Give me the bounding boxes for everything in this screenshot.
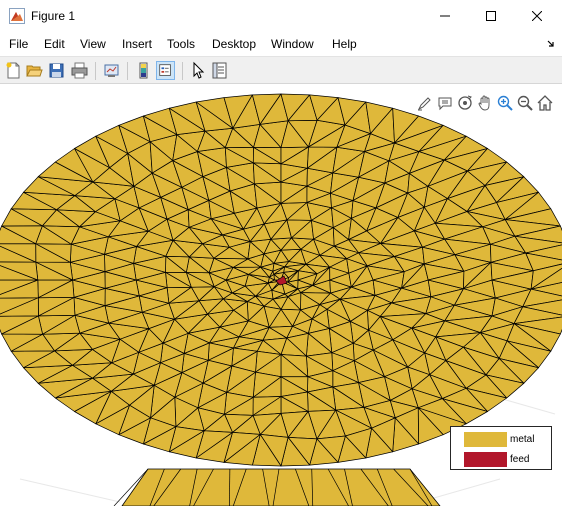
menu-help[interactable]: Help: [332, 36, 357, 52]
menu-file[interactable]: File: [9, 36, 28, 52]
brush-icon[interactable]: [416, 94, 434, 112]
legend-label-feed: feed: [510, 454, 530, 465]
insert-legend-icon[interactable]: [156, 61, 175, 80]
minimize-button[interactable]: [422, 0, 468, 31]
menu-bar: File Edit View Insert Tools Desktop Wind…: [0, 31, 562, 56]
edit-plot-arrow-icon[interactable]: [188, 61, 207, 80]
zoom-out-icon[interactable]: [516, 94, 534, 112]
menu-insert[interactable]: Insert: [122, 36, 152, 52]
close-icon: [532, 10, 542, 21]
new-figure-icon[interactable]: [4, 61, 23, 80]
pan-hand-icon[interactable]: [476, 94, 494, 112]
legend[interactable]: metal feed: [450, 426, 552, 470]
maximize-button[interactable]: [468, 0, 514, 31]
property-inspector-icon[interactable]: [210, 61, 229, 80]
menu-view[interactable]: View: [80, 36, 106, 52]
dock-arrow-icon[interactable]: [547, 40, 555, 48]
data-tips-icon[interactable]: [436, 94, 454, 112]
legend-swatch-feed: [464, 452, 507, 467]
open-file-icon[interactable]: [25, 61, 44, 80]
menu-desktop[interactable]: Desktop: [212, 36, 256, 52]
toolbar-separator: [127, 62, 128, 80]
toolbar-separator: [95, 62, 96, 80]
feed-horn-support: [121, 468, 441, 506]
toolbar-separator: [182, 62, 183, 80]
print-icon[interactable]: [70, 61, 89, 80]
save-icon[interactable]: [47, 61, 66, 80]
maximize-icon: [486, 10, 496, 21]
close-button[interactable]: [514, 0, 560, 31]
title-bar: Figure 1: [0, 0, 562, 31]
legend-label-metal: metal: [510, 434, 535, 445]
figure-toolbar: [0, 56, 562, 84]
menu-edit[interactable]: Edit: [44, 36, 65, 52]
rotate-3d-icon[interactable]: [456, 94, 474, 112]
menu-tools[interactable]: Tools: [167, 36, 195, 52]
legend-swatch-metal: [464, 432, 507, 447]
insert-colorbar-icon[interactable]: [134, 61, 153, 80]
menu-window[interactable]: Window: [271, 36, 314, 52]
matlab-figure-icon: [9, 8, 25, 24]
window-title: Figure 1: [31, 9, 76, 23]
minimize-icon: [440, 15, 450, 16]
link-plot-icon[interactable]: [102, 61, 121, 80]
home-restore-view-icon[interactable]: [536, 94, 554, 112]
axes-toolbar: [414, 92, 556, 114]
zoom-in-icon[interactable]: [496, 94, 514, 112]
